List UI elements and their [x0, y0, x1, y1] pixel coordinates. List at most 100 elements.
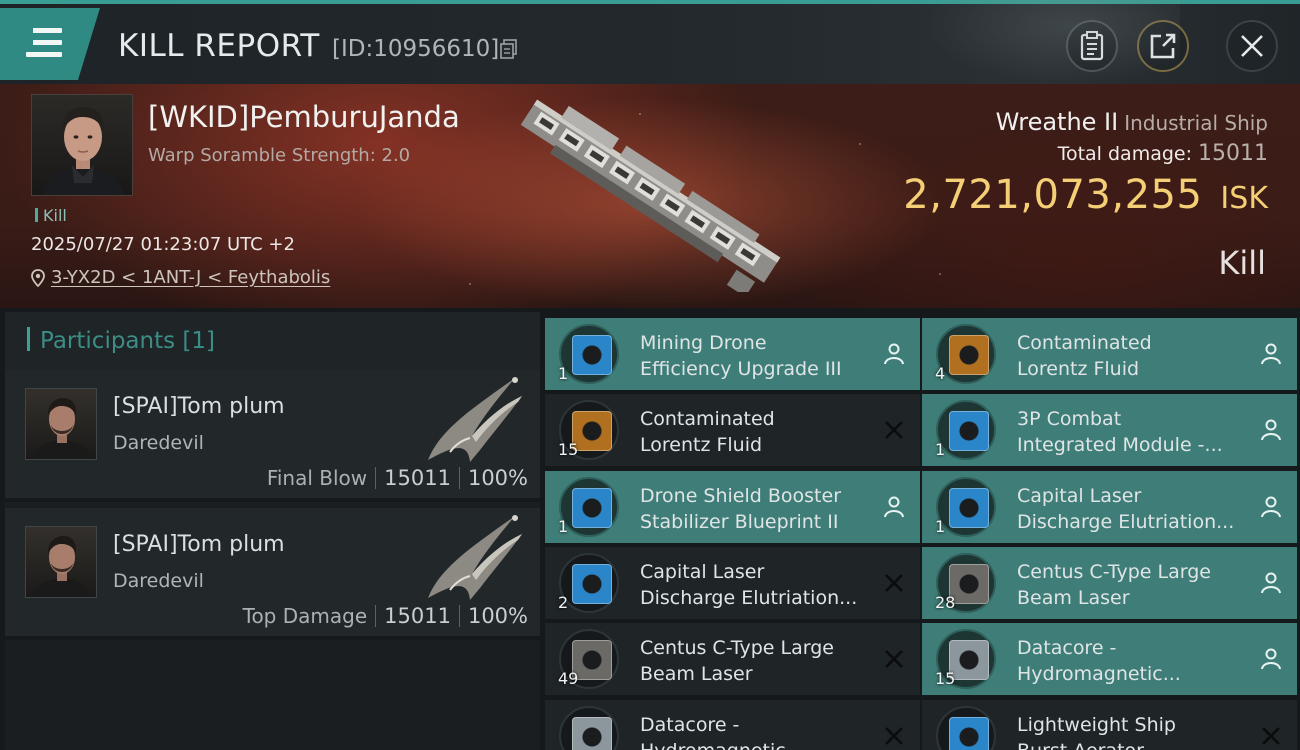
- item-card[interactable]: 28 Centus C-Type Large Beam Laser: [922, 546, 1297, 619]
- item-name: Drone Shield Booster Stabilizer Blueprint…: [640, 483, 870, 535]
- destroyed-x-icon: [1262, 726, 1280, 745]
- total-damage-value: 15011: [1198, 141, 1268, 166]
- clipboard-button[interactable]: [1066, 20, 1118, 72]
- victim-ship-name[interactable]: Wreathe II Industrial Ship: [996, 108, 1268, 136]
- item-quantity: 15: [935, 669, 956, 689]
- item-card[interactable]: 49 Centus C-Type Large Beam Laser: [545, 623, 920, 696]
- isk-value: 2,721,073,255: [903, 172, 1203, 218]
- participant-stats: Final Blow 15011 100%: [267, 466, 528, 490]
- participant-row[interactable]: [SPAI]Tom plum Daredevil Top Damage 1501…: [5, 508, 540, 640]
- participant-role: Top Damage: [242, 604, 368, 628]
- dropped-person-icon: [1261, 343, 1281, 365]
- participants-header: Participants [1]: [5, 312, 540, 370]
- item-name-line2: Beam Laser: [1017, 586, 1130, 609]
- share-button[interactable]: [1137, 20, 1189, 72]
- item-name: 3P Combat Integrated Module -...: [1017, 406, 1247, 458]
- participant-avatar[interactable]: [25, 526, 97, 598]
- participant-percent: 100%: [467, 604, 528, 628]
- item-card[interactable]: 1 Drone Shield Booster Stabilizer Blueprin…: [545, 470, 920, 543]
- destroyed-x-icon: [885, 573, 903, 592]
- item-name-line1: Datacore -: [1017, 637, 1117, 660]
- item-name: Capital Laser Discharge Elutriation...: [1017, 483, 1247, 535]
- item-name-line2: Stabilizer Blueprint II: [640, 510, 839, 533]
- participant-avatar[interactable]: [25, 388, 97, 460]
- item-name: Mining Drone Efficiency Upgrade III: [640, 330, 870, 382]
- kill-location[interactable]: 3-YX2D < 1ANT-J < Feythabolis: [31, 267, 330, 288]
- destroyed-x-icon: [885, 421, 903, 440]
- victim-name[interactable]: [WKID]PemburuJanda: [148, 100, 460, 134]
- item-name-line1: Centus C-Type Large: [640, 637, 834, 660]
- total-damage-label: Total damage:: [1057, 143, 1192, 165]
- dropped-person-icon: [1261, 419, 1281, 441]
- item-card[interactable]: Datacore - Hydromagnetic...: [545, 699, 920, 750]
- participant-damage: 15011: [384, 466, 451, 490]
- dropped-person-icon: [1261, 572, 1281, 594]
- copy-icon[interactable]: [500, 39, 517, 59]
- item-card[interactable]: 4 Contaminated Lorentz Fluid: [922, 318, 1297, 390]
- item-card[interactable]: Lightweight Ship Burst Aerator...: [922, 699, 1297, 750]
- location-pin-icon: [31, 268, 45, 287]
- isk-unit: ISK: [1220, 181, 1268, 216]
- stats-divider: [458, 467, 460, 489]
- kill-result-label: Kill: [1218, 244, 1266, 282]
- item-card[interactable]: 1 3P Combat Integrated Module -...: [922, 394, 1297, 467]
- victim-portrait[interactable]: [31, 94, 133, 196]
- item-name-line2: Burst Aerator...: [1017, 738, 1247, 750]
- hamburger-menu-icon: [26, 28, 62, 58]
- participant-name[interactable]: [SPAI]Tom plum: [113, 532, 285, 557]
- item-name-line2: Lorentz Fluid: [1017, 358, 1140, 380]
- item-card[interactable]: 1 Mining Drone Efficiency Upgrade III: [545, 318, 920, 390]
- item-name-line2: Hydromagnetic...: [1017, 663, 1181, 686]
- item-card[interactable]: 15 Contaminated Lorentz Fluid: [545, 394, 920, 467]
- total-damage: Total damage: 15011: [1058, 141, 1268, 166]
- item-quantity: 1: [558, 364, 569, 383]
- menu-button[interactable]: [0, 8, 100, 80]
- item-name-line1: Drone Shield Booster: [640, 484, 842, 507]
- item-name-line1: Capital Laser: [1017, 484, 1142, 507]
- item-quantity: 1: [935, 440, 946, 460]
- item-icon-frame: [936, 705, 996, 750]
- participant-row[interactable]: [SPAI]Tom plum Daredevil Final Blow 1501…: [5, 370, 540, 502]
- blueprint-icon: [572, 487, 612, 528]
- clipboard-icon: [1080, 31, 1104, 61]
- participant-ship: Daredevil: [113, 570, 204, 592]
- kill-tag: Kill: [35, 206, 67, 225]
- item-name: Capital Laser Discharge Elutriation...: [640, 559, 870, 611]
- close-button[interactable]: [1226, 20, 1278, 72]
- laser-rig-icon: [572, 563, 612, 604]
- item-card[interactable]: 2 Capital Laser Discharge Elutriation...: [545, 546, 920, 619]
- page-title: KILL REPORT: [118, 28, 320, 64]
- burst-aerator-icon: [949, 716, 989, 750]
- header-bar: KILL REPORT [ID:10956610]: [0, 0, 1300, 84]
- item-name: Datacore - Hydromagnetic...: [1017, 635, 1247, 687]
- stats-divider: [375, 467, 377, 489]
- dropped-person-icon: [884, 343, 904, 365]
- item-name-line1: 3P Combat: [1017, 408, 1122, 431]
- warp-scramble-strength: Warp Soramble Strength: 2.0: [148, 145, 411, 166]
- isk-value-line: 2,721,073,255 ISK: [903, 172, 1268, 218]
- item-quantity: 15: [558, 440, 579, 460]
- item-name: Datacore - Hydromagnetic...: [640, 712, 870, 750]
- participant-percent: 100%: [467, 466, 528, 490]
- victim-ship-image: [520, 99, 781, 292]
- item-name-line1: Mining Drone: [640, 332, 767, 354]
- item-name-line1: Contaminated: [1017, 332, 1152, 354]
- item-quantity: 28: [935, 592, 956, 612]
- stats-divider: [375, 605, 377, 627]
- item-name: Lightweight Ship Burst Aerator...: [1017, 712, 1247, 750]
- item-name-line1: Contaminated: [640, 408, 775, 431]
- item-name: Contaminated Lorentz Fluid: [640, 406, 870, 458]
- kill-datetime: 2025/07/27 01:23:07 UTC +2: [31, 234, 295, 255]
- participant-name[interactable]: [SPAI]Tom plum: [113, 394, 285, 419]
- item-name-line2: Lorentz Fluid: [640, 434, 763, 457]
- item-card[interactable]: 15 Datacore - Hydromagnetic...: [922, 623, 1297, 696]
- destroyed-x-icon: [885, 726, 903, 745]
- item-name-line1: Centus C-Type Large: [1017, 560, 1211, 583]
- item-card[interactable]: 1 Capital Laser Discharge Elutriation...: [922, 470, 1297, 543]
- dropped-person-icon: [1261, 648, 1281, 670]
- item-name-line2: Beam Laser: [640, 663, 753, 686]
- item-name-line1: Datacore -: [640, 713, 740, 736]
- item-name: Contaminated Lorentz Fluid: [1017, 330, 1247, 382]
- location-link[interactable]: 3-YX2D < 1ANT-J < Feythabolis: [51, 267, 330, 288]
- participants-panel: Participants [1] [SPAI]Tom plum Daredevi…: [5, 312, 540, 750]
